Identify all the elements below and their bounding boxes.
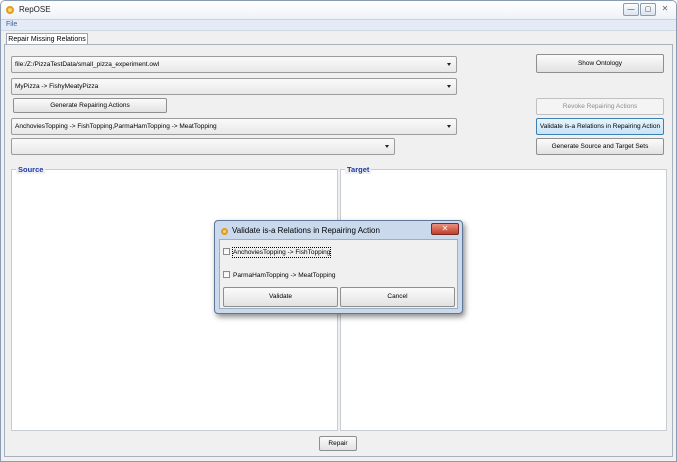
target-label: Target	[345, 165, 372, 174]
window-title: RepOSE	[19, 5, 51, 14]
validate-button[interactable]: Validate	[223, 287, 338, 307]
revoke-repairing-actions-button[interactable]: Revoke Repairing Actions	[536, 98, 664, 115]
dialog-title: Validate is-a Relations in Repairing Act…	[232, 226, 380, 235]
show-ontology-button[interactable]: Show Ontology	[536, 54, 664, 73]
checkbox-box[interactable]	[223, 271, 230, 278]
validate-isa-button[interactable]: Validate is-a Relations in Repairing Act…	[536, 118, 664, 135]
app-logo-icon	[221, 228, 228, 235]
app-logo-icon	[6, 6, 14, 14]
chevron-down-icon	[447, 63, 451, 66]
maximize-button[interactable]: ▢	[640, 3, 656, 16]
title-bar[interactable]: RepOSE — ▢ ✕	[1, 1, 676, 20]
close-window-button[interactable]: ✕	[657, 3, 673, 16]
validate-dialog: Validate is-a Relations in Repairing Act…	[214, 220, 463, 314]
generate-repairing-actions-button[interactable]: Generate Repairing Actions	[13, 98, 167, 113]
checkbox-label: AnchoviesTopping -> FishTopping	[231, 247, 332, 258]
repairing-actions-select-value: AnchoviesTopping -> FishTopping,ParmaHam…	[15, 123, 217, 130]
menu-file[interactable]: File	[6, 21, 17, 28]
ontology-select-value: file:/Z:/PizzaTestData/small_pizza_exper…	[15, 61, 160, 68]
menu-bar: File	[1, 20, 676, 31]
generate-source-target-button[interactable]: Generate Source and Target Sets	[536, 138, 664, 155]
dialog-body: AnchoviesTopping -> FishTopping ParmaHam…	[219, 239, 458, 309]
relation-select[interactable]: MyPizza -> FishyMeatyPizza	[11, 78, 457, 95]
ontology-select[interactable]: file:/Z:/PizzaTestData/small_pizza_exper…	[11, 56, 457, 73]
checkbox-box[interactable]	[223, 248, 230, 255]
chevron-down-icon	[447, 125, 451, 128]
secondary-select[interactable]	[11, 138, 395, 155]
relation-select-value: MyPizza -> FishyMeatyPizza	[15, 83, 99, 90]
checkbox-label: ParmaHamTopping -> MeatTopping	[233, 272, 336, 279]
dialog-close-button[interactable]: ✕	[431, 223, 459, 235]
chevron-down-icon	[385, 145, 389, 148]
repairing-actions-select[interactable]: AnchoviesTopping -> FishTopping,ParmaHam…	[11, 118, 457, 135]
minimize-button[interactable]: —	[623, 3, 639, 16]
source-label: Source	[16, 165, 46, 174]
cancel-button[interactable]: Cancel	[340, 287, 455, 307]
repair-button[interactable]: Repair	[319, 436, 357, 451]
chevron-down-icon	[447, 85, 451, 88]
